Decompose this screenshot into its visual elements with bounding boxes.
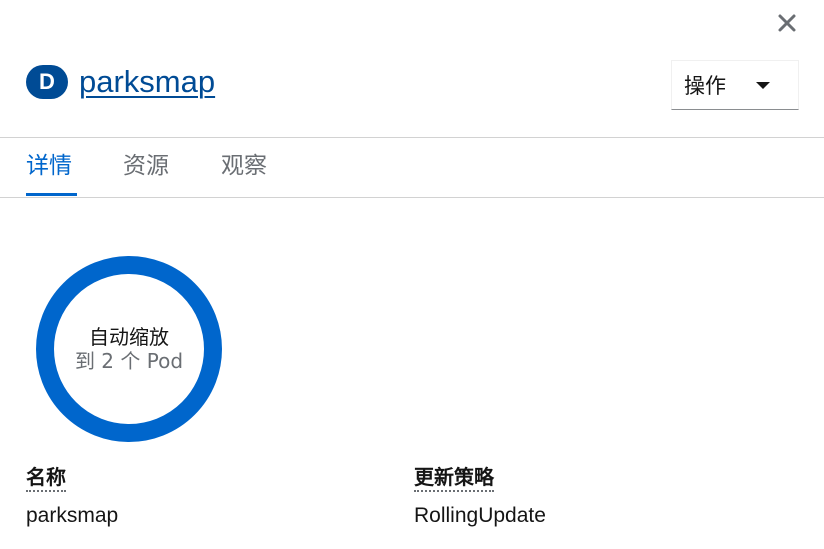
name-label: 名称 (26, 465, 66, 492)
pod-ring-label: 自动缩放 到 2 个 Pod (36, 256, 222, 442)
tab-details[interactable]: 详情 (26, 152, 72, 180)
update-strategy-field: 更新策略 RollingUpdate (414, 465, 546, 528)
pod-count-text: 到 2 个 Pod (74, 349, 184, 373)
update-strategy-label: 更新策略 (414, 465, 494, 492)
caret-down-icon (756, 82, 770, 89)
actions-label: 操作 (684, 74, 726, 98)
autoscale-text: 自动缩放 (89, 325, 169, 349)
close-button[interactable] (774, 10, 800, 36)
tab-bar: 详情 资源 观察 (0, 138, 824, 198)
name-value: parksmap (26, 504, 119, 527)
side-panel: D parksmap 操作 详情 资源 观察 自动缩放 到 2 个 Pod 名称… (0, 0, 824, 549)
tab-resources[interactable]: 资源 (123, 152, 169, 180)
panel-header: D parksmap (26, 60, 215, 104)
close-icon (778, 14, 796, 32)
resource-title-link[interactable]: parksmap (79, 64, 215, 100)
name-field: 名称 parksmap (26, 465, 118, 528)
update-strategy-value: RollingUpdate (414, 504, 546, 527)
tab-observe[interactable]: 观察 (221, 152, 267, 180)
active-tab-indicator (26, 193, 77, 196)
actions-dropdown[interactable]: 操作 (671, 60, 799, 110)
resource-badge: D (26, 65, 68, 99)
